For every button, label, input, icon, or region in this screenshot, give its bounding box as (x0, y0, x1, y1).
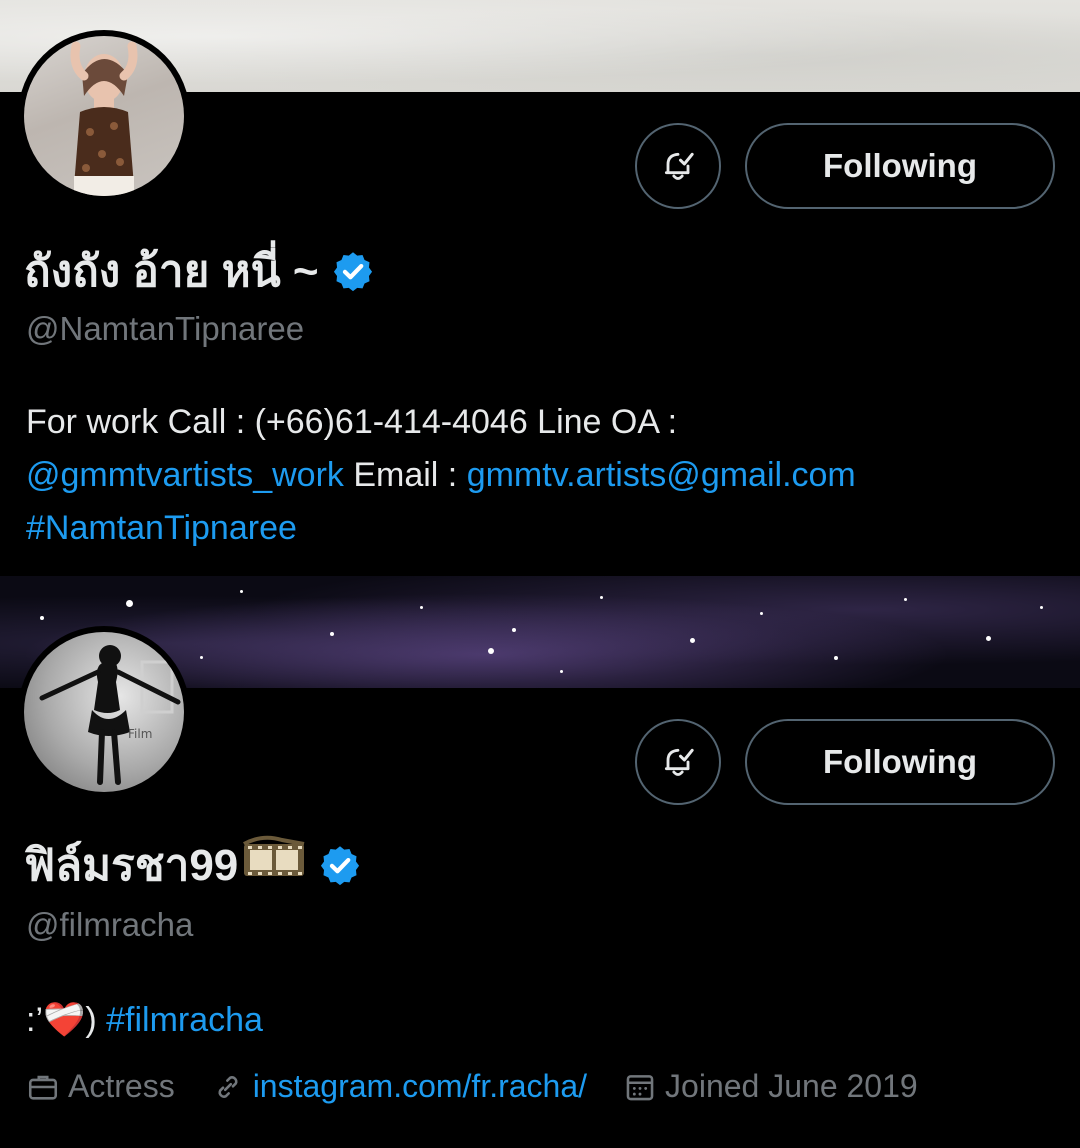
notification-button[interactable] (635, 123, 721, 209)
bio-text: :’ (26, 1001, 43, 1039)
display-name: ฟิล์มรชา99 (24, 830, 306, 900)
avatar[interactable]: Film (18, 626, 190, 798)
user-handle: @NamtanTipnaree (26, 310, 305, 347)
bio-email-link[interactable]: gmmtv.artists@gmail.com (467, 456, 856, 494)
avatar-photo (70, 41, 138, 196)
bio-text: Email : (343, 456, 467, 494)
profile-joined-date: Joined June 2019 (623, 1068, 918, 1105)
profile-card-filmracha: Film Following ฟิล์มรชา99 @filmracha:’❤… (0, 576, 1080, 1148)
briefcase-icon (28, 1075, 58, 1100)
profile-bio: :’❤️‍🩹) #filmracha (26, 994, 1056, 1047)
category-text: Actress (68, 1068, 175, 1104)
profile-card-namtan: Following ถังถัง อ้าย หนี่ ~ @NamtanTipn… (0, 0, 1080, 576)
profile-bio: For work Call : (+66)61-414-4046 Line OA… (26, 396, 1056, 555)
bio-text: For work Call : (+66)61-414-4046 Line OA… (26, 403, 678, 441)
notification-button[interactable] (635, 719, 721, 805)
svg-text:Film: Film (128, 727, 152, 741)
user-handle: @filmracha (26, 906, 194, 943)
bio-mention-link[interactable]: @gmmtvartists_work (26, 456, 344, 494)
calendar-icon (626, 1074, 654, 1100)
film-frames-emoji-icon (242, 834, 306, 880)
joined-text: Joined June 2019 (665, 1068, 918, 1104)
avatar[interactable] (18, 30, 190, 202)
name-row: ถังถัง อ้าย หนี่ ~ (24, 236, 375, 306)
avatar-photo: Film (39, 645, 181, 785)
verified-badge-icon[interactable] (318, 843, 362, 887)
notification-bell-check-icon (664, 152, 694, 180)
link-icon (218, 1075, 238, 1098)
profile-website: instagram.com/fr.racha/ (211, 1068, 587, 1105)
name-row: ฟิล์มรชา99 (24, 830, 362, 900)
website-link[interactable]: instagram.com/fr.racha/ (253, 1068, 587, 1105)
profile-category: Actress (26, 1068, 175, 1105)
profile-meta-row: Actress instagram.com/fr.racha/ Joined J… (26, 1068, 954, 1105)
following-button[interactable]: Following (745, 123, 1055, 209)
bio-hashtag-link[interactable]: #NamtanTipnaree (26, 509, 297, 547)
verified-badge-icon[interactable] (331, 249, 375, 293)
bio-hashtag-link[interactable]: #filmracha (106, 1001, 263, 1039)
display-name: ถังถัง อ้าย หนี่ ~ (24, 247, 319, 296)
notification-bell-check-icon (664, 748, 694, 776)
following-button[interactable]: Following (745, 719, 1055, 805)
mending-heart-emoji: ❤️‍🩹 (43, 1001, 86, 1039)
bio-text: ) (85, 1001, 107, 1039)
